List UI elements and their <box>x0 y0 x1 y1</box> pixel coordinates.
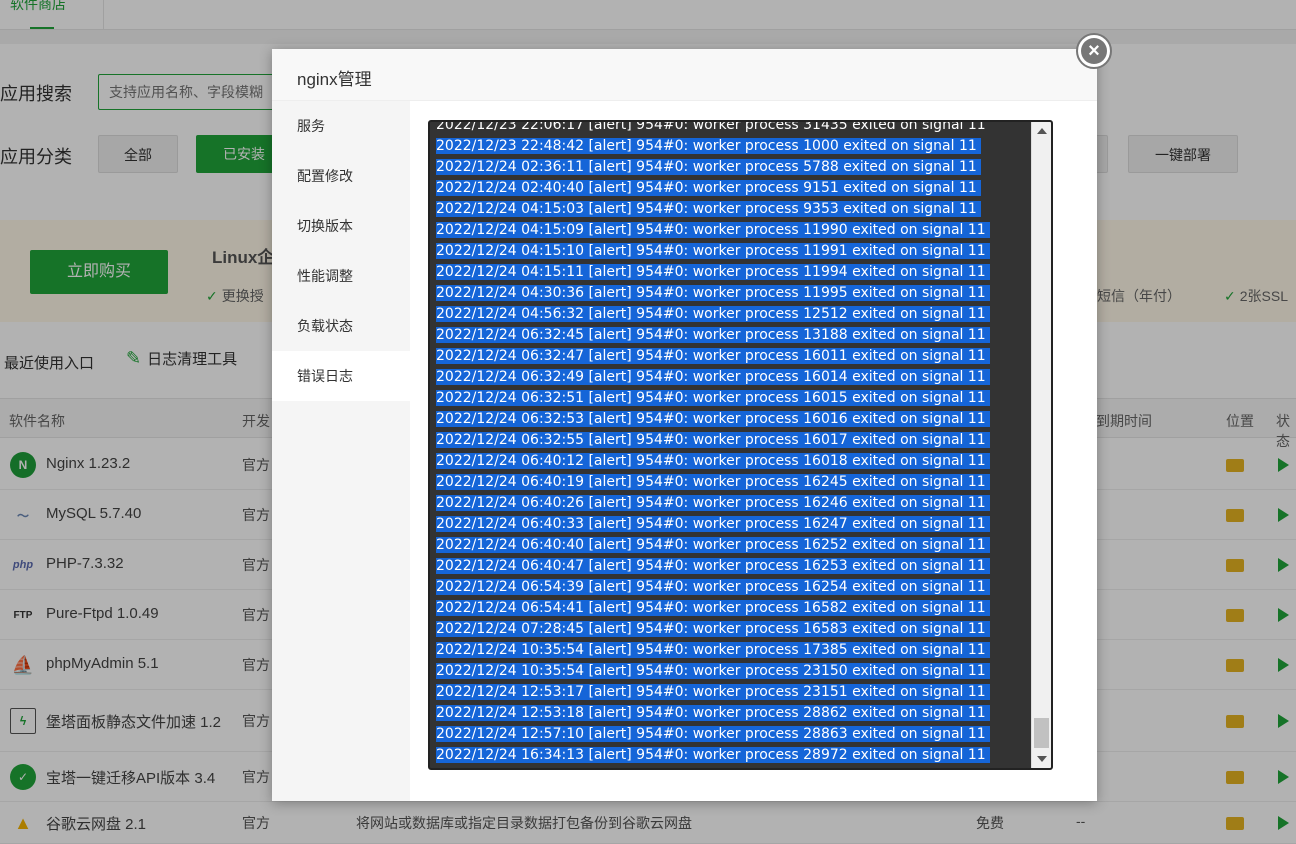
modal-title: nginx管理 <box>297 70 372 89</box>
log-line-text: 2022/12/24 06:40:40 [alert] 954#0: worke… <box>436 537 990 553</box>
log-line-text: 2022/12/24 06:32:45 [alert] 954#0: worke… <box>436 327 990 343</box>
log-line-text: 2022/12/24 06:40:26 [alert] 954#0: worke… <box>436 495 990 511</box>
log-line-text: 2022/12/24 10:35:54 [alert] 954#0: worke… <box>436 642 990 658</box>
log-line: 2022/12/24 06:32:45 [alert] 954#0: worke… <box>436 325 1026 346</box>
log-scrollbar[interactable] <box>1031 122 1051 768</box>
log-line: 2022/12/24 04:30:36 [alert] 954#0: worke… <box>436 283 1026 304</box>
log-line: 2022/12/24 06:32:53 [alert] 954#0: worke… <box>436 409 1026 430</box>
log-line: 2022/12/24 12:53:18 [alert] 954#0: worke… <box>436 703 1026 724</box>
log-line-text: 2022/12/24 06:54:39 [alert] 954#0: worke… <box>436 579 990 595</box>
log-line-text: 2022/12/24 06:32:53 [alert] 954#0: worke… <box>436 411 990 427</box>
close-icon: × <box>1081 38 1107 64</box>
log-line: 2022/12/24 12:57:10 [alert] 954#0: worke… <box>436 724 1026 745</box>
log-line-text: 2022/12/24 04:30:36 [alert] 954#0: worke… <box>436 285 990 301</box>
log-line: 2022/12/24 06:40:12 [alert] 954#0: worke… <box>436 451 1026 472</box>
log-line-text: 2022/12/24 07:28:45 [alert] 954#0: worke… <box>436 621 990 637</box>
log-line-text: 2022/12/24 06:32:47 [alert] 954#0: worke… <box>436 348 990 364</box>
log-line-text: 2022/12/24 04:15:10 [alert] 954#0: worke… <box>436 243 990 259</box>
log-line-text: 2022/12/24 12:53:17 [alert] 954#0: worke… <box>436 684 990 700</box>
log-line: 2022/12/24 06:32:47 [alert] 954#0: worke… <box>436 346 1026 367</box>
log-line: 2022/12/24 02:40:40 [alert] 954#0: worke… <box>436 178 1026 199</box>
log-line-text: 2022/12/24 12:57:10 [alert] 954#0: worke… <box>436 726 990 742</box>
log-line: 2022/12/24 06:40:26 [alert] 954#0: worke… <box>436 493 1026 514</box>
log-line: 2022/12/24 04:15:10 [alert] 954#0: worke… <box>436 241 1026 262</box>
log-line-text: 2022/12/24 04:15:03 [alert] 954#0: worke… <box>436 201 981 217</box>
log-line: 2022/12/24 10:35:54 [alert] 954#0: worke… <box>436 640 1026 661</box>
side-menu-item-service[interactable]: 服务 <box>272 101 410 151</box>
log-line-text: 2022/12/24 02:36:11 [alert] 954#0: worke… <box>436 159 981 175</box>
log-line-text: 2022/12/24 04:56:32 [alert] 954#0: worke… <box>436 306 990 322</box>
log-line-text: 2022/12/24 06:32:55 [alert] 954#0: worke… <box>436 432 990 448</box>
close-button[interactable]: × <box>1076 33 1112 69</box>
side-menu-item-config-edit[interactable]: 配置修改 <box>272 151 410 201</box>
log-line: 2022/12/24 06:32:55 [alert] 954#0: worke… <box>436 430 1026 451</box>
log-line: 2022/12/24 12:53:17 [alert] 954#0: worke… <box>436 682 1026 703</box>
error-log-lines: 2022/12/23 22:06:17 [alert] 954#0: worke… <box>436 120 1026 766</box>
side-menu-item-error-log[interactable]: 错误日志 <box>272 351 410 401</box>
log-line: 2022/12/24 06:54:41 [alert] 954#0: worke… <box>436 598 1026 619</box>
log-line: 2022/12/24 04:15:09 [alert] 954#0: worke… <box>436 220 1026 241</box>
error-log-textarea[interactable]: 2022/12/23 22:06:17 [alert] 954#0: worke… <box>428 120 1053 770</box>
log-line-text: 2022/12/24 06:40:33 [alert] 954#0: worke… <box>436 516 990 532</box>
log-line-text: 2022/12/23 22:48:42 [alert] 954#0: worke… <box>436 138 981 154</box>
log-line: 2022/12/24 06:40:33 [alert] 954#0: worke… <box>436 514 1026 535</box>
log-line-text: 2022/12/23 22:06:17 [alert] 954#0: worke… <box>436 120 986 133</box>
log-line-text: 2022/12/24 04:15:11 [alert] 954#0: worke… <box>436 264 990 280</box>
side-menu-item-switch-version[interactable]: 切换版本 <box>272 201 410 251</box>
modal-header: nginx管理 <box>272 49 1097 101</box>
log-line: 2022/12/24 07:28:45 [alert] 954#0: worke… <box>436 619 1026 640</box>
log-line: 2022/12/24 16:34:13 [alert] 954#0: worke… <box>436 745 1026 766</box>
log-line-text: 2022/12/24 06:32:51 [alert] 954#0: worke… <box>436 390 990 406</box>
log-line-text: 2022/12/24 06:40:12 [alert] 954#0: worke… <box>436 453 990 469</box>
scroll-up-icon[interactable] <box>1037 128 1047 134</box>
log-line: 2022/12/24 06:40:40 [alert] 954#0: worke… <box>436 535 1026 556</box>
side-menu-item-load-status[interactable]: 负载状态 <box>272 301 410 351</box>
scroll-thumb[interactable] <box>1034 718 1049 748</box>
log-line: 2022/12/24 06:32:49 [alert] 954#0: worke… <box>436 367 1026 388</box>
log-line: 2022/12/24 04:56:32 [alert] 954#0: worke… <box>436 304 1026 325</box>
log-line: 2022/12/24 10:35:54 [alert] 954#0: worke… <box>436 661 1026 682</box>
log-line-text: 2022/12/24 02:40:40 [alert] 954#0: worke… <box>436 180 981 196</box>
log-line-text: 2022/12/24 16:34:13 [alert] 954#0: worke… <box>436 747 990 763</box>
log-line-text: 2022/12/24 06:40:19 [alert] 954#0: worke… <box>436 474 990 490</box>
log-line: 2022/12/24 04:15:03 [alert] 954#0: worke… <box>436 199 1026 220</box>
log-line: 2022/12/24 06:40:47 [alert] 954#0: worke… <box>436 556 1026 577</box>
log-line-text: 2022/12/24 12:53:18 [alert] 954#0: worke… <box>436 705 990 721</box>
log-line: 2022/12/23 22:48:42 [alert] 954#0: worke… <box>436 136 1026 157</box>
log-line-text: 2022/12/24 10:35:54 [alert] 954#0: worke… <box>436 663 990 679</box>
log-line: 2022/12/23 22:06:17 [alert] 954#0: worke… <box>436 120 1026 136</box>
log-line-text: 2022/12/24 06:40:47 [alert] 954#0: worke… <box>436 558 990 574</box>
log-line-text: 2022/12/24 04:15:09 [alert] 954#0: worke… <box>436 222 990 238</box>
log-line: 2022/12/24 06:54:39 [alert] 954#0: worke… <box>436 577 1026 598</box>
log-line: 2022/12/24 06:32:51 [alert] 954#0: worke… <box>436 388 1026 409</box>
log-line: 2022/12/24 06:40:19 [alert] 954#0: worke… <box>436 472 1026 493</box>
side-menu-item-performance-tuning[interactable]: 性能调整 <box>272 251 410 301</box>
log-line-text: 2022/12/24 06:32:49 [alert] 954#0: worke… <box>436 369 990 385</box>
log-line-text: 2022/12/24 06:54:41 [alert] 954#0: worke… <box>436 600 990 616</box>
log-line: 2022/12/24 02:36:11 [alert] 954#0: worke… <box>436 157 1026 178</box>
modal-side-menu: 服务 配置修改 切换版本 性能调整 负载状态 错误日志 <box>272 101 410 801</box>
scroll-down-icon[interactable] <box>1037 756 1047 762</box>
log-line: 2022/12/24 04:15:11 [alert] 954#0: worke… <box>436 262 1026 283</box>
